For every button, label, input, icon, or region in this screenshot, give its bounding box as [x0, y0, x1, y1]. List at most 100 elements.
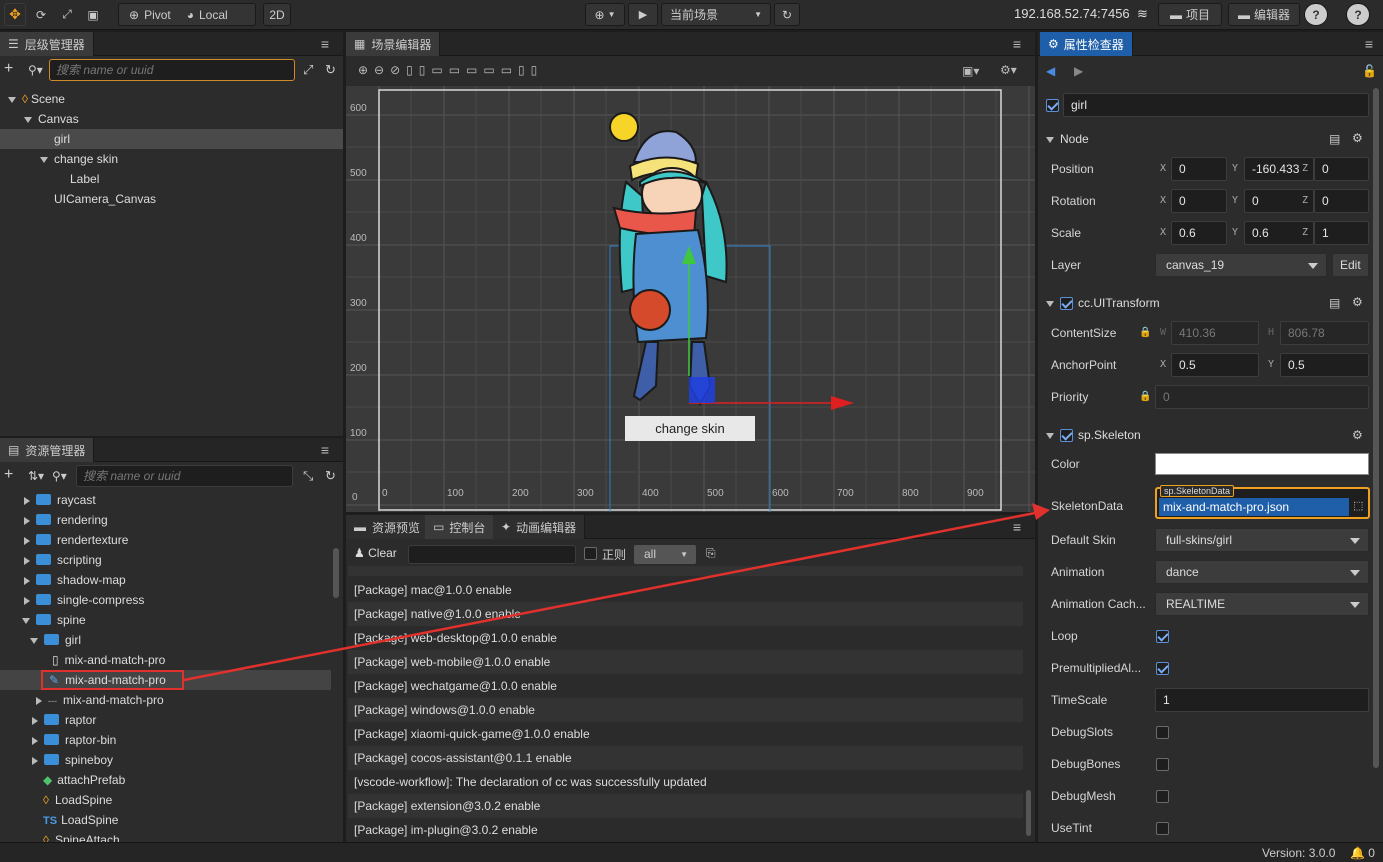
scrollbar[interactable] [333, 548, 339, 598]
inspector-scrollbar[interactable] [1373, 88, 1379, 768]
premultiplied-alpha-checkbox[interactable] [1156, 662, 1169, 675]
default-skin-select[interactable]: full-skins/girl [1155, 528, 1369, 552]
asset-atlas[interactable]: --- mix-and-match-pro [36, 690, 164, 710]
asset-folder[interactable]: spineboy [32, 750, 113, 770]
position-z-input[interactable]: 0 [1314, 157, 1369, 181]
tree-item-uicamera[interactable]: UICamera_Canvas [54, 189, 156, 209]
asset-prefab[interactable]: ◆ attachPrefab [43, 770, 125, 790]
move-tool-icon[interactable]: ✥ [4, 3, 26, 26]
forward-icon[interactable]: ▶ [1074, 64, 1083, 78]
add-icon[interactable]: + [4, 466, 13, 484]
assets-search-input[interactable]: 搜索 name or uuid [76, 465, 293, 487]
layer-edit-button[interactable]: Edit [1332, 253, 1369, 277]
position-x-input[interactable]: 0 [1171, 157, 1227, 181]
timescale-input[interactable]: 1 [1155, 688, 1369, 712]
tab-inspector[interactable]: ⚙ 属性检查器 [1040, 32, 1133, 56]
lock-icon[interactable]: 🔓 [1362, 64, 1377, 78]
project-button[interactable]: ▬ 项目 [1158, 3, 1222, 26]
search-icon[interactable]: ⚲▾ [52, 469, 67, 483]
rotation-z-input[interactable]: 0 [1314, 189, 1369, 213]
book-icon[interactable]: ▤ [1329, 132, 1340, 146]
notification-badge[interactable]: 🔔 0 [1350, 846, 1375, 860]
local-button[interactable]: ◕ Local [187, 8, 228, 22]
refresh-icon[interactable]: ↻ [325, 62, 336, 78]
scale-z-input[interactable]: 1 [1314, 221, 1369, 245]
gear-icon[interactable]: ⚙ [1352, 131, 1363, 145]
asset-scene[interactable]: ◊ LoadSpine [43, 790, 112, 810]
platform-select[interactable]: ⊕ ▼ [585, 3, 625, 26]
docs-help-icon[interactable]: ? [1346, 3, 1370, 26]
tree-item-canvas[interactable]: Canvas [24, 109, 79, 129]
camera-icon[interactable]: ▣▾ [962, 64, 979, 78]
asset-folder[interactable]: scripting [24, 550, 102, 570]
console-filter-input[interactable] [408, 545, 576, 564]
console-scrollbar[interactable] [1026, 790, 1031, 836]
anchor-y-input[interactable]: 0.5 [1280, 353, 1369, 377]
tree-item-scene[interactable]: ◊ Scene [8, 89, 65, 109]
node-name-input[interactable]: girl [1063, 93, 1369, 117]
skeleton-checkbox[interactable] [1060, 429, 1073, 443]
rotation-x-input[interactable]: 0 [1171, 189, 1227, 213]
scale-tool-icon[interactable]: ⤢ [56, 3, 78, 26]
width-input[interactable]: 410.36 [1171, 321, 1259, 345]
scene-select[interactable]: 当前场景 ▼ [661, 3, 771, 26]
menu-icon[interactable]: ≡ [317, 438, 333, 462]
gear-icon[interactable]: ⚙▾ [1000, 63, 1017, 77]
height-input[interactable]: 806.78 [1280, 321, 1369, 345]
debug-mesh-checkbox[interactable] [1156, 790, 1169, 803]
clear-button[interactable]: ♟ Clear [354, 546, 397, 560]
expand-icon[interactable]: ⤢ [303, 62, 313, 78]
asset-file[interactable]: ▯ mix-and-match-pro [52, 650, 165, 670]
anchor-x-input[interactable]: 0.5 [1171, 353, 1259, 377]
mode-2d-button[interactable]: 2D [263, 3, 291, 26]
skeletondata-field[interactable]: sp.SkeletonData mix-and-match-pro.json ⬚ [1155, 485, 1370, 519]
editor-button[interactable]: ▬ 编辑器 [1228, 3, 1300, 26]
use-tint-checkbox[interactable] [1156, 822, 1169, 835]
pivot-button[interactable]: ⊕ Pivot [129, 8, 171, 22]
asset-folder[interactable]: rendertexture [24, 530, 128, 550]
change-skin-button[interactable]: change skin [625, 416, 755, 441]
section-skeleton[interactable]: sp.Skeleton [1046, 424, 1141, 446]
debug-slots-checkbox[interactable] [1156, 726, 1169, 739]
align-toolbar[interactable]: ⊕⊖⊘▯▯▭▭▭▭▭▯▯ [358, 63, 543, 77]
gear-icon[interactable]: ⚙ [1352, 428, 1363, 442]
section-node[interactable]: Node [1046, 128, 1089, 150]
search-icon[interactable]: ⚲▾ [28, 63, 43, 77]
menu-icon[interactable]: ≡ [1361, 32, 1377, 56]
level-select[interactable]: all ▼ [634, 545, 696, 564]
hierarchy-search-input[interactable]: 搜索 name or uuid [49, 59, 295, 81]
tree-item-girl[interactable]: girl [0, 129, 343, 149]
refresh-icon[interactable]: ↻ [325, 468, 336, 484]
menu-icon[interactable]: ≡ [1009, 515, 1025, 539]
asset-folder[interactable]: single-compress [24, 590, 144, 610]
menu-icon[interactable]: ≡ [1009, 32, 1025, 56]
asset-folder[interactable]: rendering [24, 510, 108, 530]
play-button[interactable]: ▶ [628, 3, 658, 26]
rect-tool-icon[interactable]: ▣ [82, 3, 104, 26]
asset-folder[interactable]: raycast [24, 490, 96, 510]
locate-icon[interactable]: ⬚ [1353, 499, 1363, 512]
asset-scene[interactable]: ◊ SpineAttach [43, 830, 120, 842]
debug-bones-checkbox[interactable] [1156, 758, 1169, 771]
section-uitransform[interactable]: cc.UITransform [1046, 292, 1160, 314]
copy-icon[interactable]: ⎘ [706, 546, 716, 561]
scene-viewport[interactable]: 600 500 400 300 200 100 0 0 100 200 300 … [346, 86, 1035, 512]
tab-assets[interactable]: ▤ 资源管理器 [0, 438, 95, 462]
layer-select[interactable]: canvas_19 [1155, 253, 1327, 277]
gear-icon[interactable]: ⚙ [1352, 295, 1363, 309]
collapse-icon[interactable]: ⤡ [303, 468, 313, 484]
rotate-tool-icon[interactable]: ⟳ [30, 3, 52, 26]
priority-input[interactable]: 0 [1155, 385, 1369, 409]
asset-script[interactable]: TS LoadSpine [43, 810, 118, 830]
asset-folder-spine[interactable]: spine [22, 610, 86, 630]
sort-icon[interactable]: ⇅▾ [28, 469, 44, 483]
back-icon[interactable]: ◀ [1046, 64, 1055, 78]
tab-hierarchy[interactable]: ☰ 层级管理器 [0, 32, 94, 56]
menu-icon[interactable]: ≡ [317, 32, 333, 56]
tree-item-label[interactable]: Label [70, 169, 99, 189]
animation-select[interactable]: dance [1155, 560, 1369, 584]
tab-animation-editor[interactable]: ✦ 动画编辑器 [493, 515, 586, 539]
uitransform-checkbox[interactable] [1060, 297, 1073, 311]
book-icon[interactable]: ▤ [1329, 296, 1340, 310]
asset-skeleton-selected[interactable]: ✎ mix-and-match-pro [0, 670, 331, 690]
